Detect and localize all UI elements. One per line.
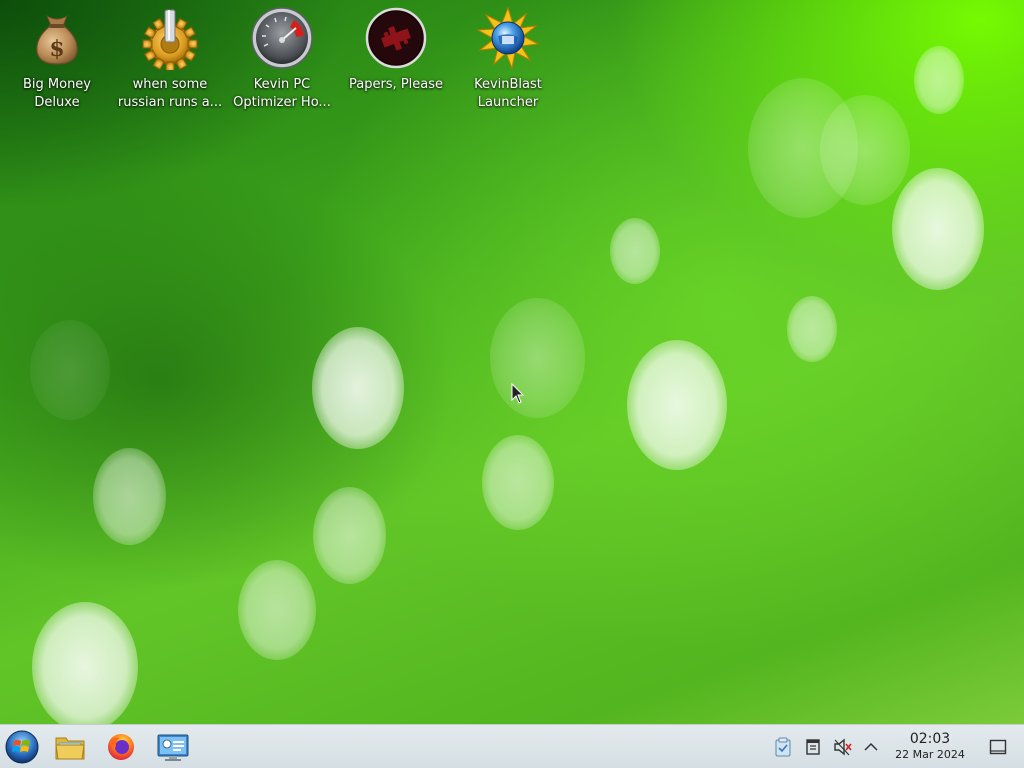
speedometer-icon	[251, 7, 313, 69]
notes-icon	[806, 739, 820, 755]
desktop-icon-russian-runs[interactable]: when some russian runs a...	[115, 6, 225, 112]
desktop-icon-label: Kevin PC Optimizer Ho...	[233, 77, 331, 110]
desktop-icon-kevin-pc-optimizer[interactable]: Kevin PC Optimizer Ho...	[227, 6, 337, 112]
start-menu-icon	[5, 730, 39, 764]
firefox-button[interactable]	[103, 729, 139, 765]
desktop-icon-big-money-deluxe[interactable]: $ Big Money Deluxe	[2, 6, 112, 112]
gear-icon	[142, 9, 198, 70]
show-desktop-button[interactable]	[988, 737, 1008, 757]
system-settings-button[interactable]	[155, 729, 191, 765]
notes-tray-button[interactable]	[803, 737, 823, 757]
desktop-icon-label: Big Money Deluxe	[22, 77, 91, 110]
volume-muted-icon	[834, 738, 852, 756]
clipboard-icon	[775, 737, 791, 757]
desktop-icon-kevinblast-launcher[interactable]: KevinBlast Launcher	[453, 6, 563, 112]
clock-date: 22 Mar 2024	[895, 748, 965, 761]
desktop-icon-label: Papers, Please	[348, 77, 444, 92]
system-settings-icon	[157, 734, 189, 761]
desktop-icon-label: KevinBlast Launcher	[474, 77, 542, 110]
volume-tray-button[interactable]	[833, 737, 853, 757]
chevron-up-icon	[864, 742, 878, 751]
tray-expander-button[interactable]	[861, 737, 881, 757]
desktop[interactable]: $ Big Money Deluxe when some russian run…	[0, 0, 1024, 724]
blast-globe-icon	[476, 6, 540, 70]
file-manager-button[interactable]	[52, 729, 88, 765]
mouse-cursor-icon	[511, 383, 525, 404]
firefox-icon	[108, 734, 134, 760]
money-bag-icon: $	[36, 14, 78, 65]
digital-clock[interactable]: 02:03 22 Mar 2024	[884, 730, 976, 762]
taskbar: 02:03 22 Mar 2024	[0, 724, 1024, 768]
clipboard-tray-button[interactable]	[773, 737, 793, 757]
desktop-icon-label: when some russian runs a...	[117, 77, 223, 110]
start-menu-button[interactable]	[4, 729, 40, 765]
file-manager-icon	[55, 737, 85, 760]
clock-time: 02:03	[909, 731, 951, 747]
svg-text:$: $	[49, 36, 64, 62]
desktop-icon-papers-please[interactable]: Papers, Please	[341, 6, 451, 94]
show-desktop-icon	[989, 739, 1007, 755]
papers-please-icon	[365, 7, 427, 69]
